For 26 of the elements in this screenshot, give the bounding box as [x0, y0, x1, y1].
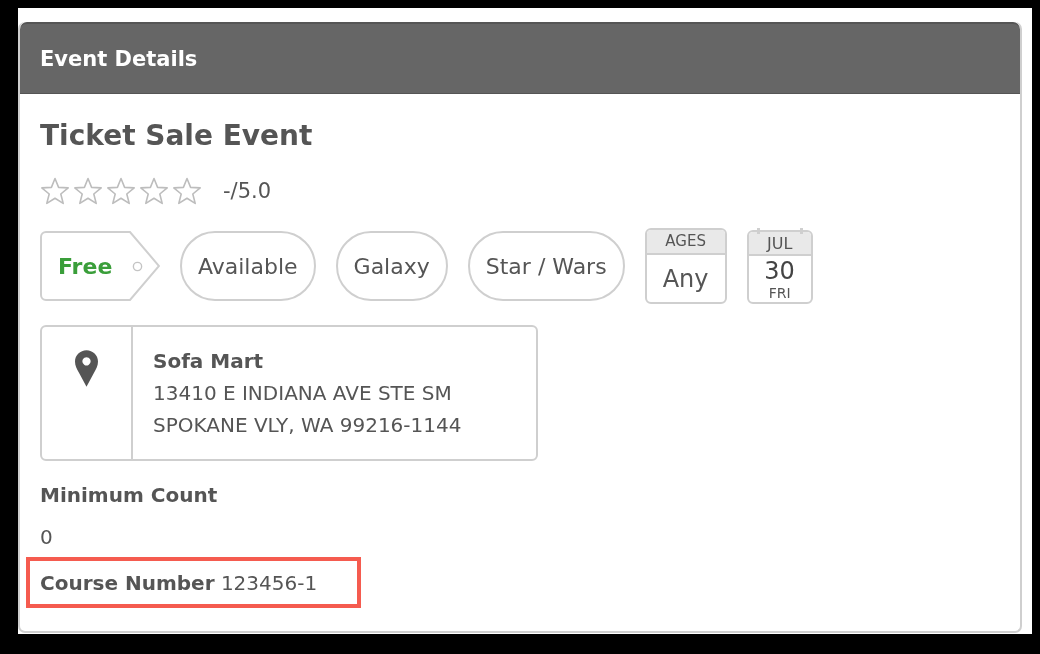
location-name: Sofa Mart	[153, 349, 264, 373]
star-icon	[106, 177, 136, 205]
price-label: Free	[58, 253, 113, 279]
date-weekday: FRI	[767, 285, 792, 302]
field-label: Minimum Count	[40, 483, 218, 507]
field-label: Course Number	[40, 571, 215, 595]
ages-heading: AGES	[646, 230, 725, 255]
star-icon	[40, 177, 70, 205]
map-pin-icon	[75, 350, 98, 387]
star-icon	[139, 177, 169, 205]
tag-hole-icon	[132, 260, 144, 272]
field-value: 0	[40, 525, 53, 549]
panel-title: Event Details	[40, 46, 198, 71]
ages-value: Any	[661, 263, 710, 295]
star-icon	[73, 177, 103, 205]
field-value: 123456-1	[220, 571, 318, 595]
address-line: 13410 E INDIANA AVE STE SM	[153, 381, 452, 405]
category-tag: Star / Wars	[467, 231, 625, 301]
event-title: Ticket Sale Event	[40, 118, 313, 154]
date-month: JUL	[748, 232, 811, 256]
category-tag: Galaxy	[335, 231, 448, 301]
star-icon	[172, 177, 202, 205]
category-tag: Available	[180, 231, 316, 301]
address-line: SPOKANE VLY, WA 99216-1144	[153, 413, 462, 437]
rating-text: -/5.0	[223, 179, 272, 203]
date-day: 30	[748, 257, 811, 285]
